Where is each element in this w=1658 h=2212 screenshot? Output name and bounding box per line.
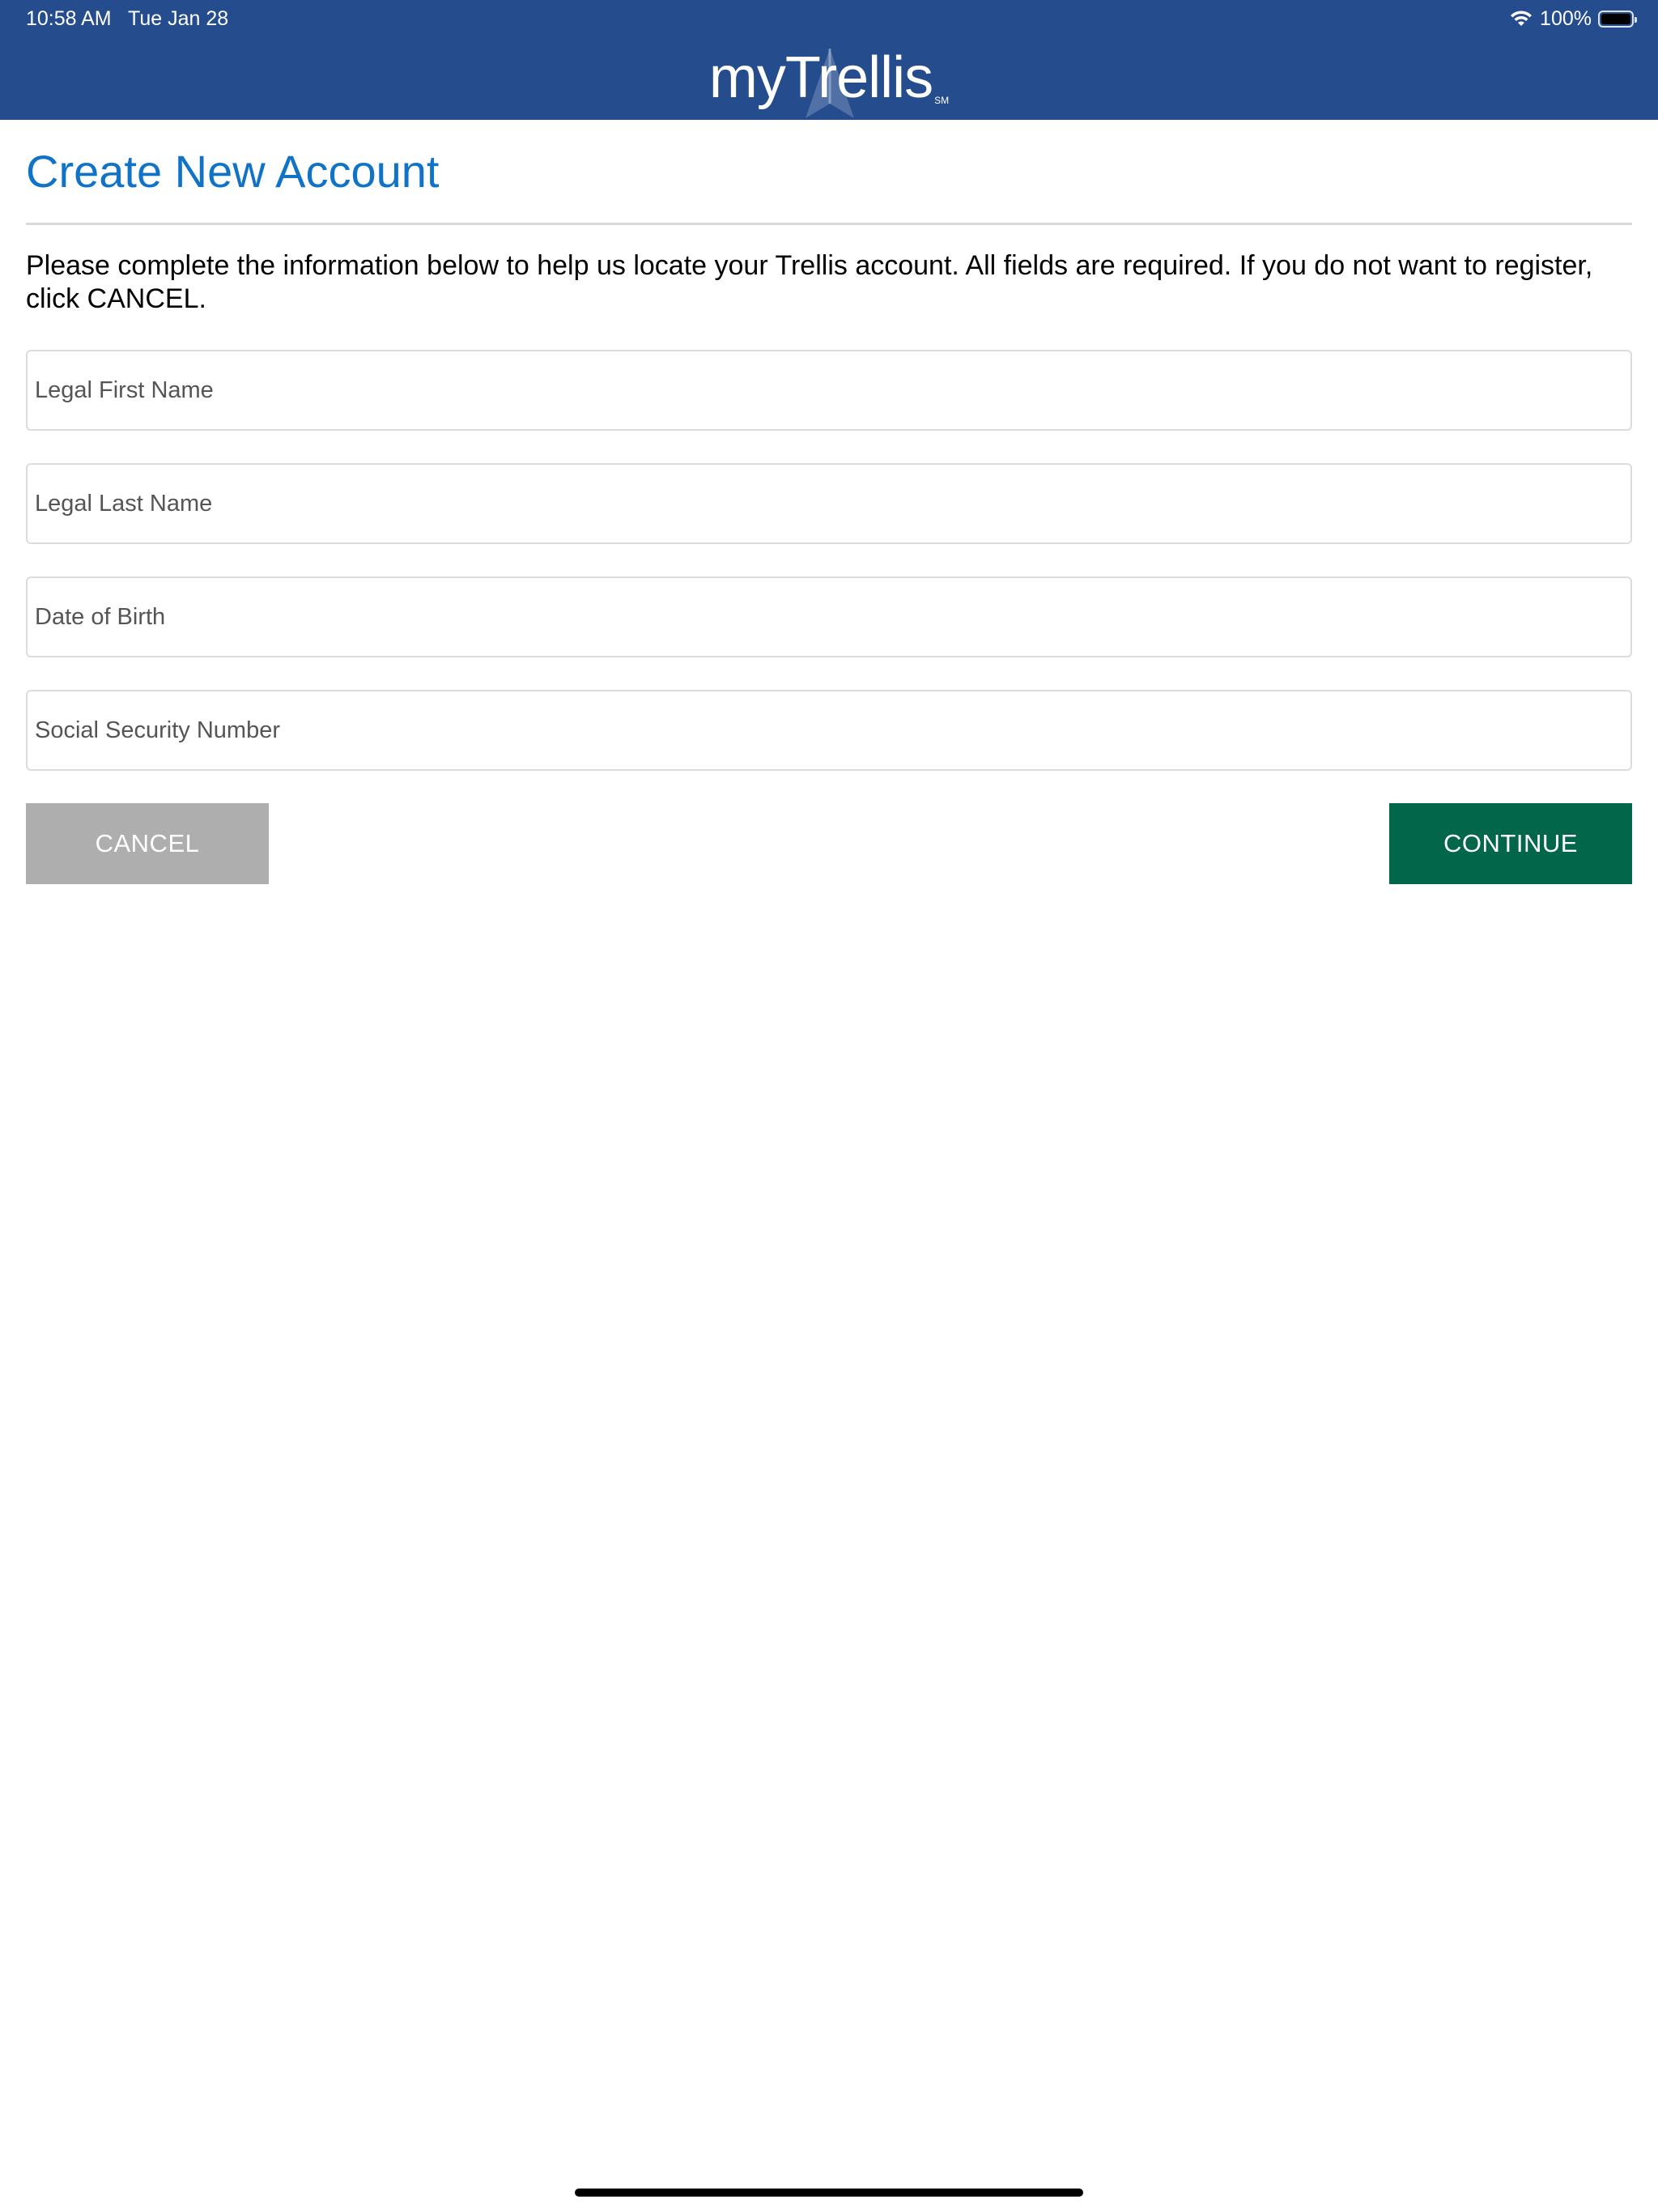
status-indicators: 100% (1509, 6, 1637, 31)
social-security-number-input[interactable] (26, 690, 1632, 771)
continue-button[interactable]: CONTINUE (1389, 803, 1632, 884)
battery-icon (1598, 10, 1637, 28)
app-header: 10:58 AM Tue Jan 28 100% myTrellis SM (0, 0, 1658, 120)
legal-last-name-input[interactable] (26, 463, 1632, 544)
battery-percent: 100% (1540, 6, 1592, 30)
page-title: Create New Account (26, 146, 440, 197)
date-of-birth-input[interactable] (26, 576, 1632, 657)
logo-wordmark: myTrellis (708, 45, 933, 110)
app-logo: myTrellis SM (0, 39, 1658, 120)
title-divider (26, 223, 1632, 225)
logo-service-mark: SM (934, 95, 950, 106)
status-time: 10:58 AM Tue Jan 28 (26, 7, 229, 30)
instructions-text: Please complete the information below to… (26, 250, 1593, 314)
logo-text: myTrellis SM (709, 39, 949, 117)
home-indicator[interactable] (575, 2189, 1083, 2197)
legal-first-name-input[interactable] (26, 350, 1632, 431)
cancel-button[interactable]: CANCEL (26, 803, 269, 884)
wifi-icon (1509, 10, 1533, 28)
